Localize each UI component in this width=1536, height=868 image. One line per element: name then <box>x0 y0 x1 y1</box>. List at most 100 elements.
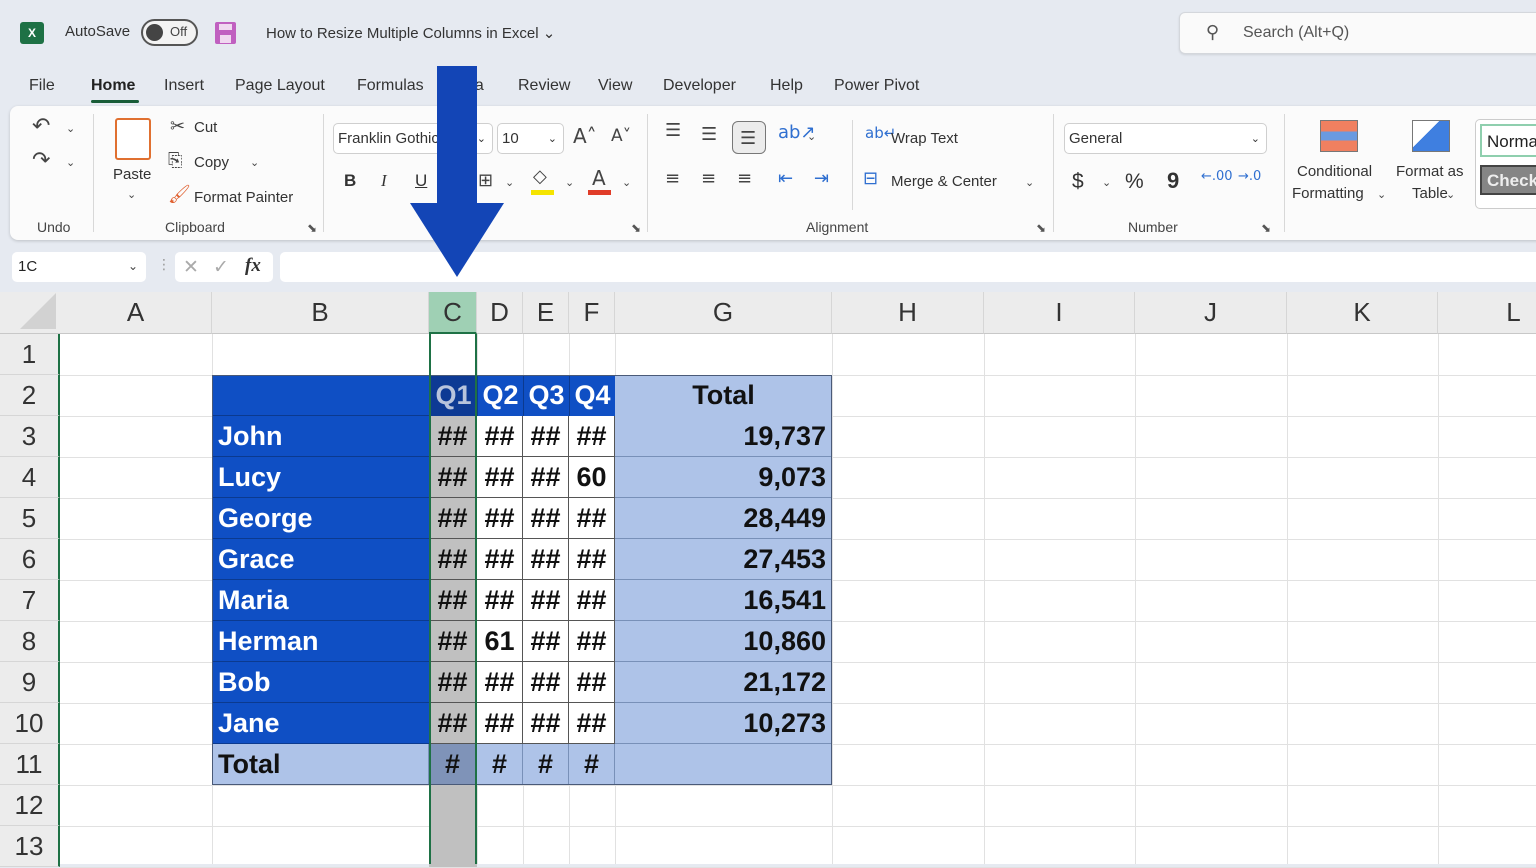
quarter-value-cell[interactable]: ## <box>523 457 569 498</box>
quarter-value-cell[interactable]: ## <box>523 662 569 703</box>
quarter-value-cell[interactable]: ## <box>569 703 615 744</box>
quarter-value-cell[interactable]: ## <box>477 416 523 457</box>
worksheet-grid[interactable]: ABCDEFGHIJKL 1 2 3 4 5 6 7 8 9 10 11 12 13 Q1 Q2 Q3 Q4 T… <box>0 292 1536 868</box>
decrease-indent-icon[interactable]: ⇤ <box>778 170 793 188</box>
merge-center-button[interactable]: Merge & Center <box>891 173 997 190</box>
row-name-cell[interactable]: Grace <box>212 539 429 580</box>
quarter-value-cell[interactable]: ## <box>477 703 523 744</box>
increase-font-size-icon[interactable]: A˄ <box>573 126 597 146</box>
quarter-value-cell[interactable]: ## <box>523 498 569 539</box>
row-total-cell[interactable]: 10,273 <box>615 703 832 744</box>
enter-icon[interactable]: ✓ <box>213 256 229 278</box>
underline-button[interactable]: U <box>415 171 427 191</box>
tab-file[interactable]: File <box>29 77 55 95</box>
borders-dropdown-icon[interactable]: ⌄ <box>505 176 514 189</box>
column-header-f[interactable]: F <box>569 292 615 334</box>
tab-review[interactable]: Review <box>518 77 570 95</box>
row-header-12[interactable]: 12 <box>0 785 60 826</box>
conditional-formatting-button[interactable]: Conditional <box>1297 163 1372 180</box>
fill-color-dropdown-icon[interactable]: ⌄ <box>565 176 574 189</box>
format-as-table-label-2[interactable]: Table <box>1412 185 1448 202</box>
row-header-6[interactable]: 6 <box>0 539 60 580</box>
tab-insert[interactable]: Insert <box>164 77 204 95</box>
row-name-cell[interactable]: Herman <box>212 621 429 662</box>
quarter-value-cell[interactable]: ## <box>477 580 523 621</box>
search-box[interactable]: ⚲ Search (Alt+Q) <box>1179 12 1536 54</box>
row-name-cell[interactable]: Maria <box>212 580 429 621</box>
column-header-c[interactable]: C <box>429 292 477 334</box>
table-header-q2[interactable]: Q2 <box>477 375 523 416</box>
copy-button[interactable]: Copy <box>194 154 229 171</box>
tab-formulas[interactable]: Formulas <box>357 77 424 95</box>
orientation-dropdown-icon[interactable]: ⌄ <box>807 130 816 143</box>
align-right-icon[interactable]: ≡ <box>737 170 752 188</box>
row-total-cell[interactable]: 9,073 <box>615 457 832 498</box>
row-total-cell[interactable]: 28,449 <box>615 498 832 539</box>
footer-value-cell[interactable]: # <box>569 744 615 785</box>
row-header-5[interactable]: 5 <box>0 498 60 539</box>
quarter-value-cell[interactable]: ## <box>477 539 523 580</box>
row-name-cell[interactable]: George <box>212 498 429 539</box>
row-header-3[interactable]: 3 <box>0 416 60 457</box>
align-center-icon[interactable]: ≡ <box>701 170 716 188</box>
quarter-value-cell[interactable]: ## <box>523 621 569 662</box>
quarter-value-cell[interactable]: ## <box>569 580 615 621</box>
column-header-b[interactable]: B <box>212 292 429 334</box>
percent-button[interactable]: % <box>1125 170 1144 194</box>
currency-dropdown-icon[interactable]: ⌄ <box>1102 176 1111 189</box>
quarter-value-cell[interactable]: ## <box>569 498 615 539</box>
tab-view[interactable]: View <box>598 77 632 95</box>
row-header-7[interactable]: 7 <box>0 580 60 621</box>
column-header-e[interactable]: E <box>523 292 569 334</box>
align-middle-icon[interactable]: ☰ <box>701 126 717 144</box>
alignment-launcher-icon[interactable]: ⬊ <box>1036 221 1046 235</box>
style-normal[interactable]: Norma <box>1480 124 1536 157</box>
quarter-value-cell[interactable]: ## <box>523 539 569 580</box>
table-header-total[interactable]: Total <box>615 375 832 416</box>
insert-function-icon[interactable]: fx <box>245 255 261 277</box>
redo-dropdown-icon[interactable]: ⌄ <box>66 156 75 169</box>
align-left-icon[interactable]: ≡ <box>665 170 680 188</box>
column-header-l[interactable]: L <box>1438 292 1536 334</box>
footer-value-cell[interactable]: # <box>477 744 523 785</box>
clipboard-launcher-icon[interactable]: ⬊ <box>307 221 317 235</box>
font-color-dropdown-icon[interactable]: ⌄ <box>622 176 631 189</box>
row-total-cell[interactable]: 19,737 <box>615 416 832 457</box>
row-name-cell[interactable]: Bob <box>212 662 429 703</box>
paste-icon[interactable] <box>115 118 151 160</box>
column-header-h[interactable]: H <box>832 292 984 334</box>
quarter-value-cell[interactable]: ## <box>569 621 615 662</box>
number-launcher-icon[interactable]: ⬊ <box>1261 221 1271 235</box>
paste-button[interactable]: Paste <box>113 166 151 183</box>
footer-total-cell[interactable] <box>615 744 832 785</box>
quarter-value-cell[interactable]: ## <box>569 539 615 580</box>
column-header-a[interactable]: A <box>60 292 212 334</box>
decrease-decimal-icon[interactable]: →.0 <box>1238 170 1261 183</box>
name-box[interactable]: 1C ⌄ <box>12 252 146 282</box>
row-header-2[interactable]: 2 <box>0 375 60 416</box>
merge-center-dropdown-icon[interactable]: ⌄ <box>1025 176 1034 189</box>
row-total-cell[interactable]: 10,860 <box>615 621 832 662</box>
wrap-text-button[interactable]: Wrap Text <box>891 130 958 147</box>
row-total-cell[interactable]: 27,453 <box>615 539 832 580</box>
quarter-value-cell[interactable]: ## <box>523 580 569 621</box>
undo-dropdown-icon[interactable]: ⌄ <box>66 122 75 135</box>
align-bottom-button[interactable]: ☰ <box>732 121 766 154</box>
increase-indent-icon[interactable]: ⇥ <box>814 170 829 188</box>
quarter-value-cell[interactable]: ## <box>477 457 523 498</box>
align-top-icon[interactable]: ☰ <box>665 122 681 140</box>
row-header-1[interactable]: 1 <box>0 334 60 375</box>
bold-button[interactable]: B <box>344 171 356 191</box>
table-header-q3[interactable]: Q3 <box>523 375 569 416</box>
conditional-formatting-label-2[interactable]: Formatting <box>1292 185 1364 202</box>
paste-dropdown-icon[interactable]: ⌄ <box>127 188 136 201</box>
row-header-11[interactable]: 11 <box>0 744 60 785</box>
quarter-value-cell[interactable]: 60 <box>569 457 615 498</box>
borders-icon[interactable]: ⊞ <box>478 172 493 190</box>
row-name-cell[interactable]: Jane <box>212 703 429 744</box>
formula-bar-splitter-icon[interactable]: ⋮ <box>157 257 171 273</box>
tab-power-pivot[interactable]: Power Pivot <box>834 77 919 95</box>
cancel-icon[interactable]: ✕ <box>183 256 199 278</box>
row-header-8[interactable]: 8 <box>0 621 60 662</box>
column-header-d[interactable]: D <box>477 292 523 334</box>
